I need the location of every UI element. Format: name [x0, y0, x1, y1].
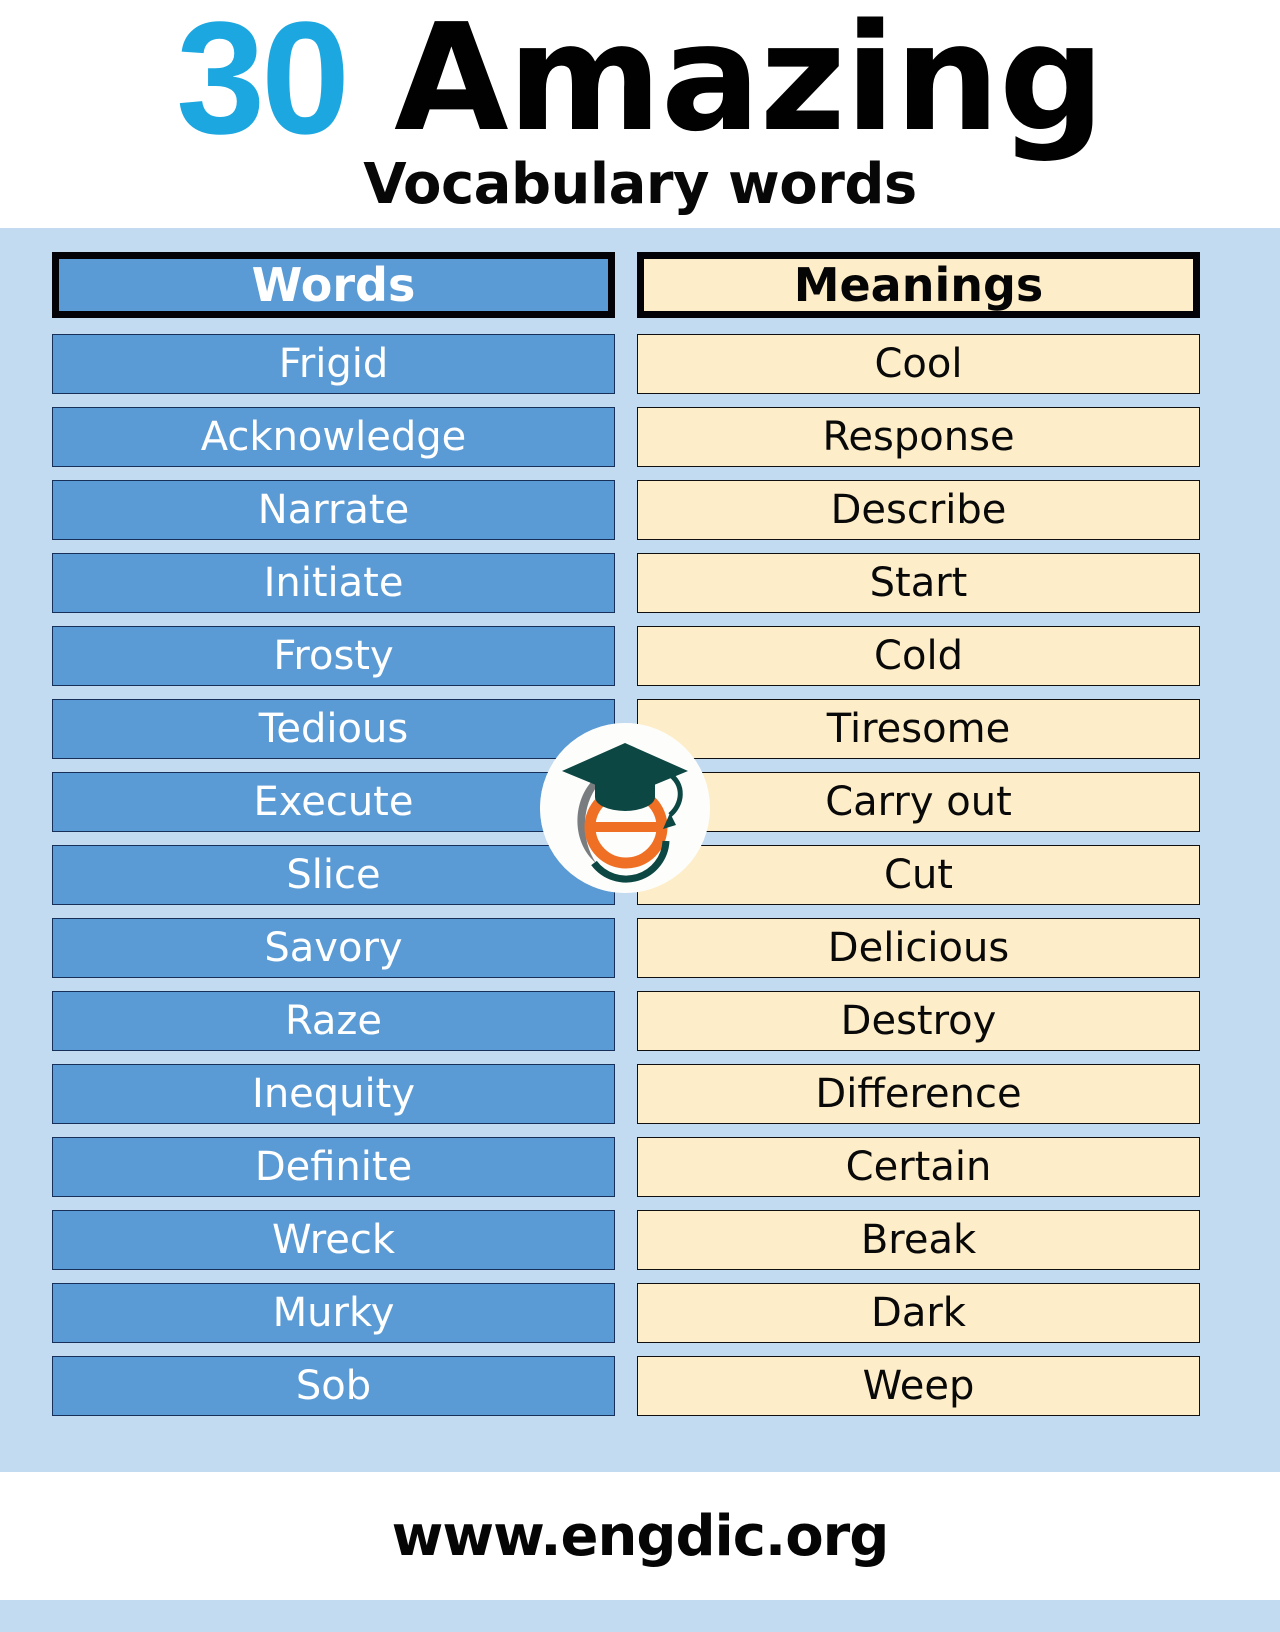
word-cell: Tedious	[52, 699, 615, 759]
word-cell: Raze	[52, 991, 615, 1051]
meaning-cell: Carry out	[637, 772, 1200, 832]
table-header-row: Words Meanings	[52, 252, 1200, 318]
meaning-cell: Break	[637, 1210, 1200, 1270]
meaning-cell: Delicious	[637, 918, 1200, 978]
website-url[interactable]: www.engdic.org	[392, 1504, 890, 1569]
word-cell: Wreck	[52, 1210, 615, 1270]
table-row: Savory Delicious	[52, 918, 1200, 978]
footer-accent-strip	[0, 1600, 1280, 1632]
table-row: Acknowledge Response	[52, 407, 1200, 467]
word-cell: Initiate	[52, 553, 615, 613]
word-cell: Murky	[52, 1283, 615, 1343]
word-cell: Inequity	[52, 1064, 615, 1124]
meaning-cell: Describe	[637, 480, 1200, 540]
meaning-cell: Cold	[637, 626, 1200, 686]
meaning-cell: Weep	[637, 1356, 1200, 1416]
meaning-cell: Cut	[637, 845, 1200, 905]
title-row: 30 Amazing	[0, 0, 1280, 162]
table-row: Frigid Cool	[52, 334, 1200, 394]
table-row: Initiate Start	[52, 553, 1200, 613]
word-cell: Definite	[52, 1137, 615, 1197]
word-cell: Narrate	[52, 480, 615, 540]
poster-header: 30 Amazing Vocabulary words	[0, 0, 1280, 228]
meaning-cell: Tiresome	[637, 699, 1200, 759]
table-row: Definite Certain	[52, 1137, 1200, 1197]
vocabulary-poster: 30 Amazing Vocabulary words Words Meanin…	[0, 0, 1280, 1632]
graduation-cap-logo-icon	[540, 723, 710, 893]
word-cell: Acknowledge	[52, 407, 615, 467]
column-header-meanings: Meanings	[637, 252, 1200, 318]
table-row: Frosty Cold	[52, 626, 1200, 686]
column-header-words: Words	[52, 252, 615, 318]
table-row: Inequity Difference	[52, 1064, 1200, 1124]
table-row: Raze Destroy	[52, 991, 1200, 1051]
word-cell: Slice	[52, 845, 615, 905]
meaning-cell: Cool	[637, 334, 1200, 394]
poster-footer: www.engdic.org	[0, 1472, 1280, 1600]
page-subtitle: Vocabulary words	[363, 152, 917, 217]
word-cell: Execute	[52, 772, 615, 832]
table-row: Murky Dark	[52, 1283, 1200, 1343]
word-count: 30	[176, 0, 350, 167]
word-cell: Frosty	[52, 626, 615, 686]
word-cell: Frigid	[52, 334, 615, 394]
meaning-cell: Dark	[637, 1283, 1200, 1343]
table-row: Narrate Describe	[52, 480, 1200, 540]
meaning-cell: Difference	[637, 1064, 1200, 1124]
page-title: Amazing	[394, 0, 1105, 164]
meaning-cell: Destroy	[637, 991, 1200, 1051]
table-row: Wreck Break	[52, 1210, 1200, 1270]
meaning-cell: Response	[637, 407, 1200, 467]
table-row: Sob Weep	[52, 1356, 1200, 1416]
word-cell: Savory	[52, 918, 615, 978]
meaning-cell: Start	[637, 553, 1200, 613]
meaning-cell: Certain	[637, 1137, 1200, 1197]
word-cell: Sob	[52, 1356, 615, 1416]
